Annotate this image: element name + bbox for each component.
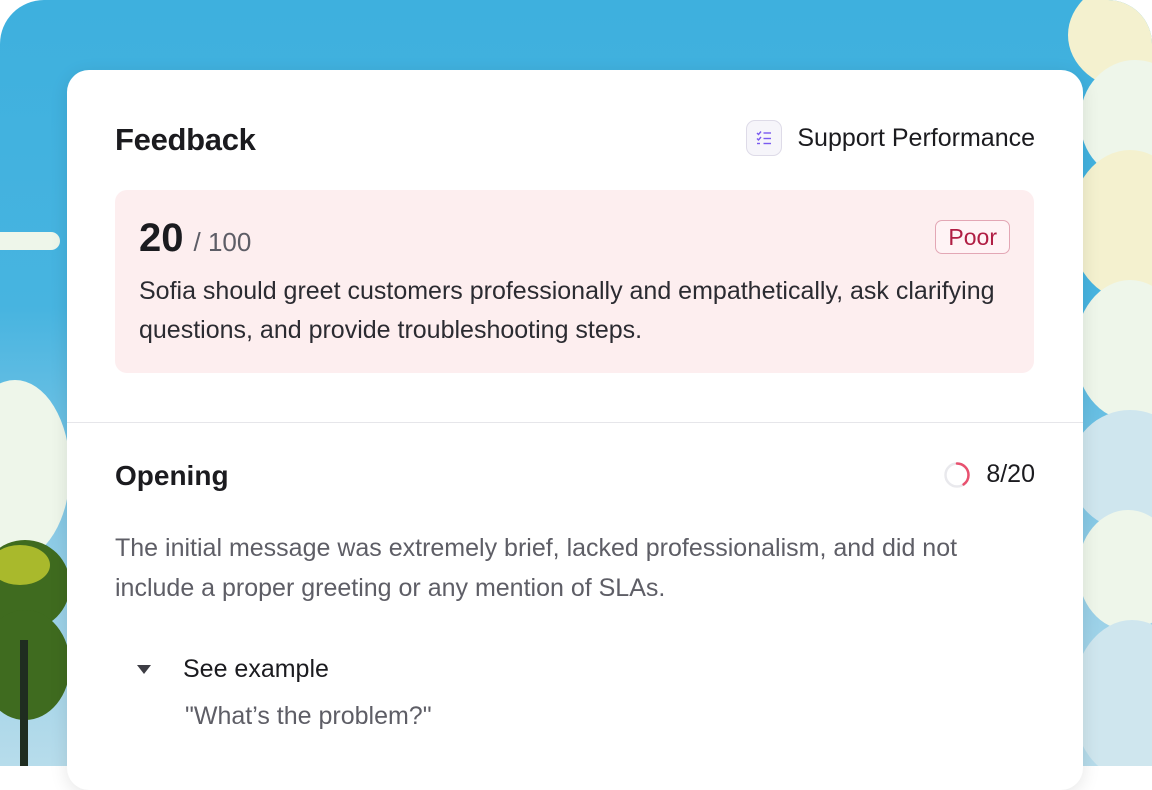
section-score-value: 8/20: [986, 460, 1035, 488]
progress-ring-icon: [944, 461, 971, 488]
see-example-toggle[interactable]: See example: [137, 654, 329, 684]
divider: [67, 422, 1083, 423]
feedback-title: Feedback: [115, 122, 256, 157]
score-value: 20: [139, 216, 184, 260]
see-example-label: See example: [183, 654, 329, 683]
score-max: / 100: [193, 227, 252, 257]
feedback-header: Feedback Support Performance: [115, 118, 1035, 158]
section-score: 8/20: [943, 460, 1035, 489]
section-title: Opening: [115, 460, 229, 491]
category-tag: Support Performance: [746, 118, 1035, 158]
feedback-card: Feedback Support Performance 20 / 100 Po…: [67, 70, 1083, 790]
section-description: The initial message was extremely brief,…: [115, 534, 958, 602]
overall-score: 20 / 100: [139, 216, 251, 261]
section-header-opening: Opening 8/20: [115, 456, 1035, 496]
caret-down-icon: [137, 664, 151, 674]
score-summary: Sofia should greet customers professiona…: [139, 277, 995, 344]
checklist-icon: [746, 120, 783, 156]
example-quote: "What’s the problem?": [185, 702, 432, 730]
rating-badge: Poor: [935, 220, 1010, 254]
overall-score-panel: 20 / 100 Poor Sofia should greet custome…: [115, 190, 1034, 373]
category-label: Support Performance: [797, 123, 1035, 152]
